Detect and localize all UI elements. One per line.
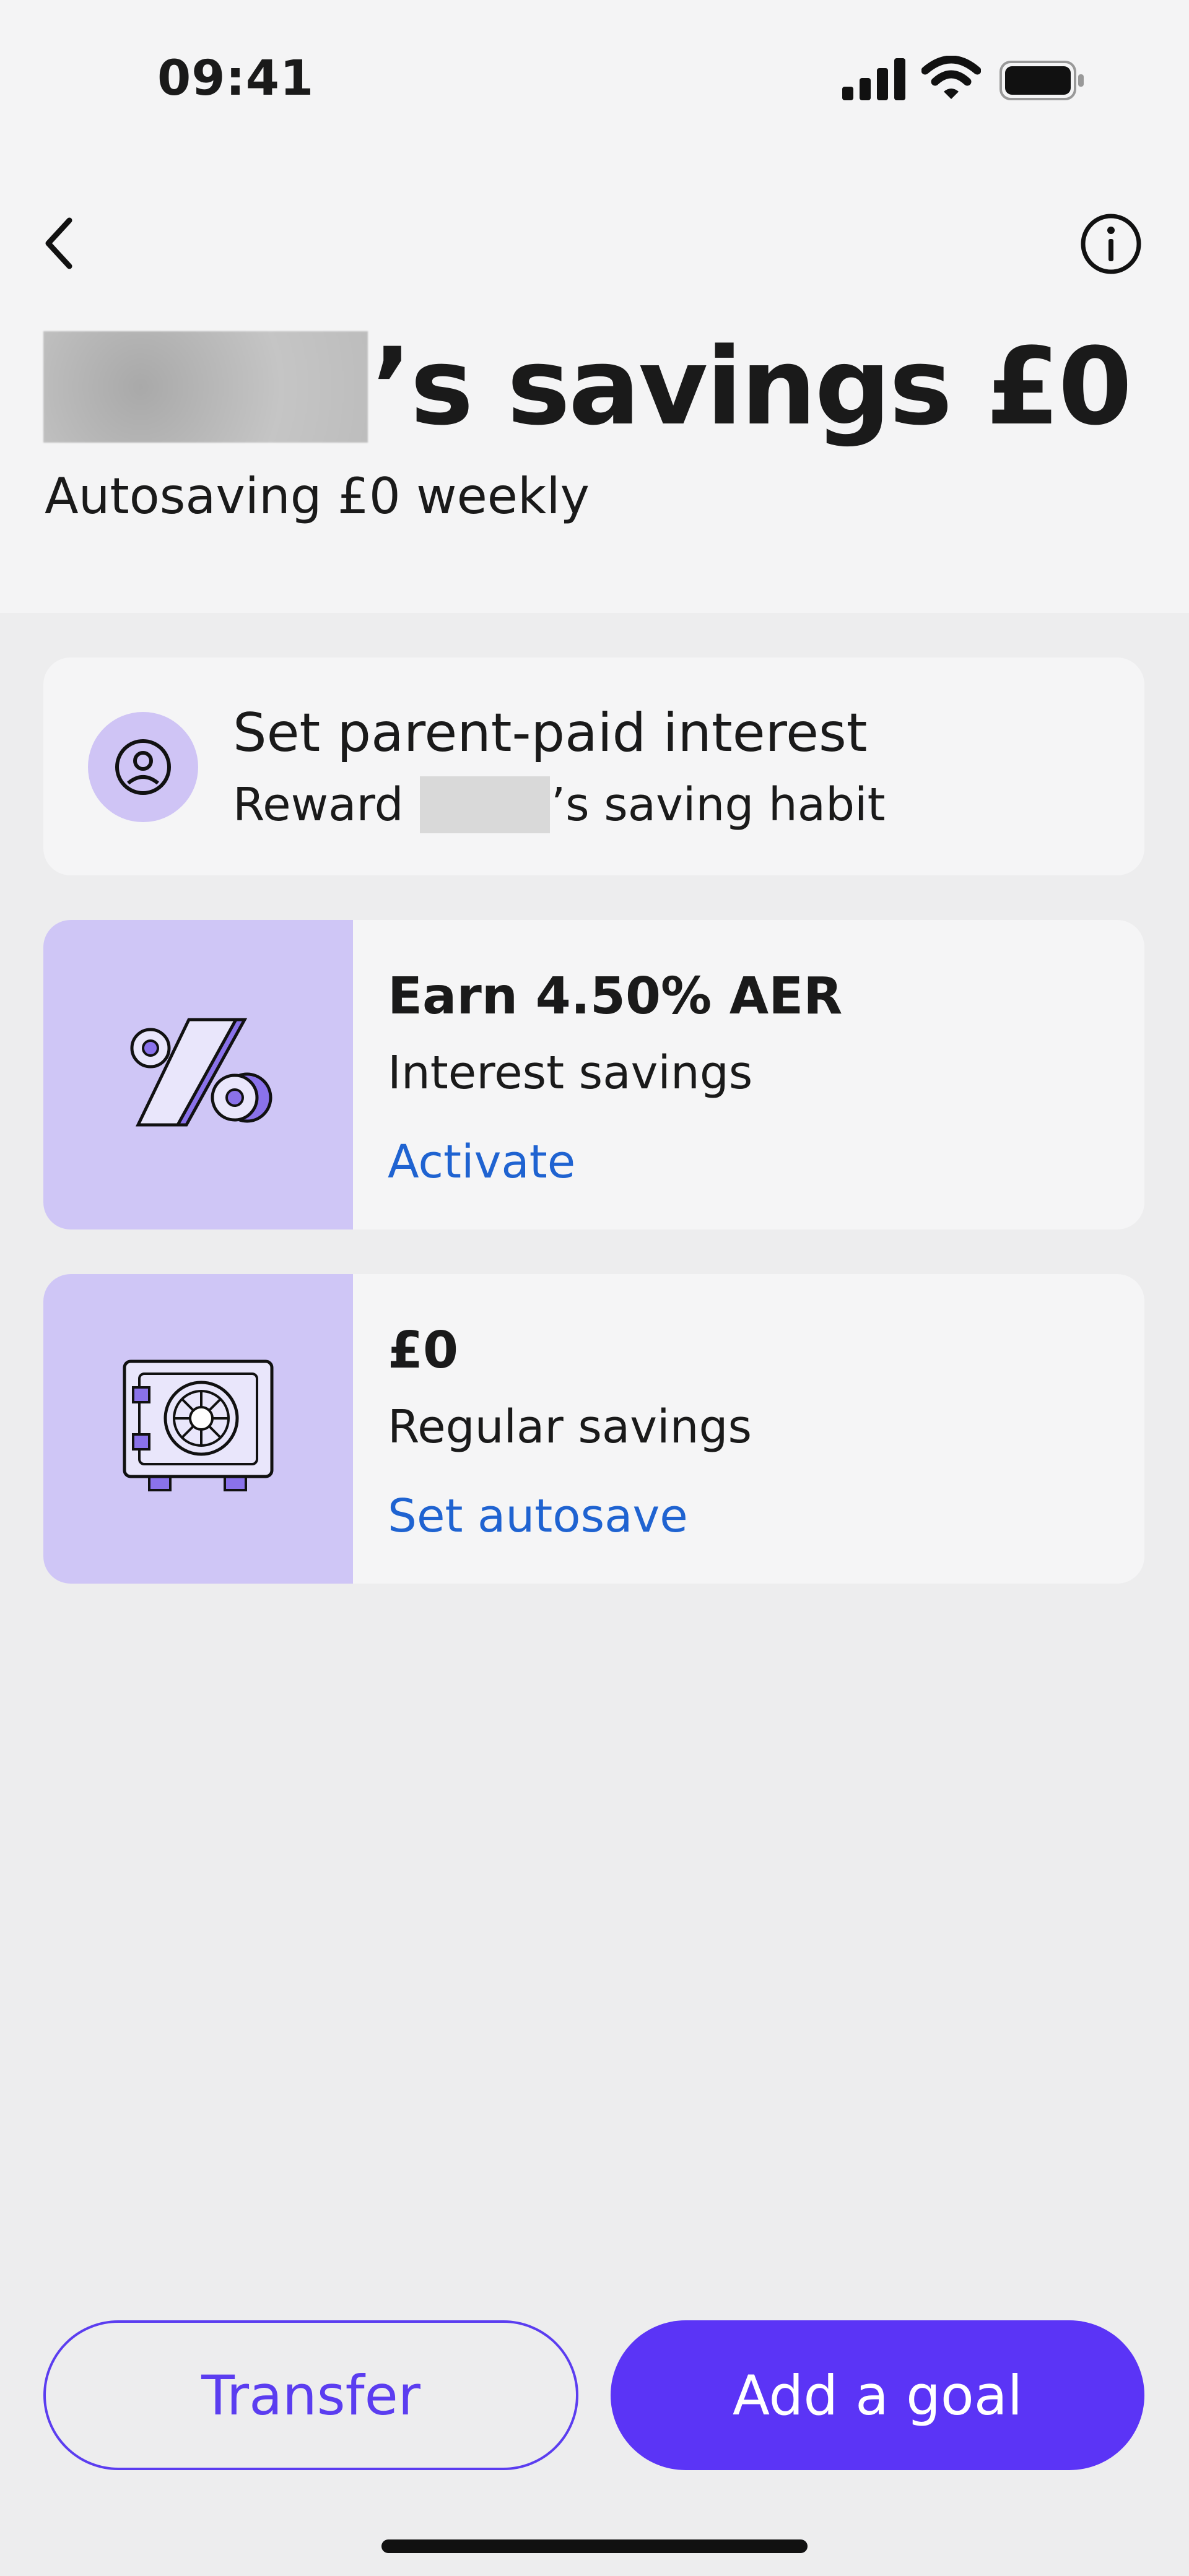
- interest-card-subtitle: Reward ’s saving habit: [233, 776, 886, 833]
- transfer-button[interactable]: Transfer: [43, 2320, 578, 2470]
- regular-savings-card[interactable]: £0 Regular savings Set autosave: [43, 1274, 1144, 1584]
- interest-subtitle-suffix: ’s saving habit: [551, 778, 886, 831]
- safe-icon: [123, 1360, 274, 1491]
- info-icon[interactable]: [1079, 212, 1143, 276]
- redacted-name: [419, 776, 550, 833]
- interest-savings-illustration: [43, 920, 353, 1229]
- wifi-icon: [921, 56, 981, 99]
- avatar: [88, 712, 198, 822]
- aer-subtitle: Interest savings: [388, 1046, 753, 1099]
- percent-icon: [130, 1018, 272, 1127]
- person-icon: [115, 739, 171, 795]
- set-autosave-link[interactable]: Set autosave: [388, 1490, 688, 1543]
- status-time: 09:41: [157, 51, 315, 106]
- regular-savings-amount: £0: [388, 1321, 459, 1380]
- parent-interest-card[interactable]: Set parent-paid interest Reward ’s savin…: [43, 657, 1144, 875]
- activate-link[interactable]: Activate: [388, 1135, 575, 1189]
- battery-icon: [1000, 61, 1084, 100]
- page-title: ’s savings £0: [43, 324, 1132, 449]
- aer-title: Earn 4.50% AER: [388, 967, 843, 1026]
- interest-subtitle-prefix: Reward: [233, 778, 404, 831]
- interest-card-title: Set parent-paid interest: [233, 702, 868, 764]
- interest-savings-card[interactable]: Earn 4.50% AER Interest savings Activate: [43, 920, 1144, 1229]
- regular-savings-subtitle: Regular savings: [388, 1400, 752, 1454]
- autosave-summary: Autosaving £0 weekly: [45, 467, 590, 525]
- header: 09:41 ’s savings £0 Autosaving £0 weekly: [0, 0, 1189, 613]
- back-button[interactable]: [35, 209, 84, 277]
- savings-screen: 09:41 ’s savings £0 Autosaving £0 weekly…: [0, 0, 1189, 2576]
- home-indicator: [381, 2539, 808, 2553]
- add-goal-button[interactable]: Add a goal: [611, 2320, 1144, 2470]
- signal-icon: [842, 58, 905, 100]
- chevron-left-icon: [45, 217, 72, 269]
- page-title-text: ’s savings £0: [372, 324, 1132, 449]
- redacted-name: [43, 331, 368, 443]
- regular-savings-illustration: [43, 1274, 353, 1584]
